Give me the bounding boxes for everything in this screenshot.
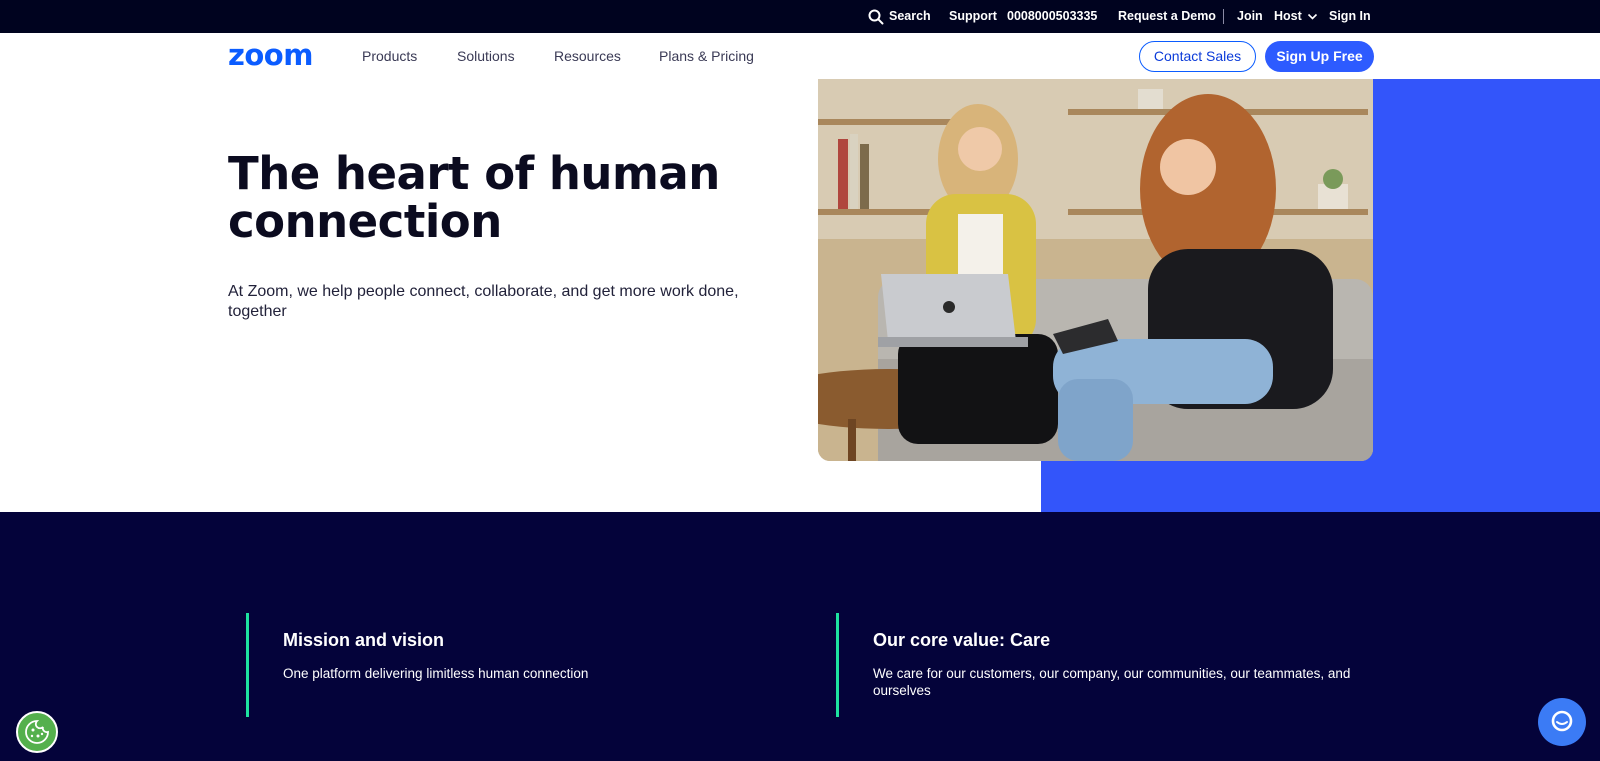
mission-card: Mission and vision One platform deliveri…	[246, 613, 766, 717]
hero-photo	[818, 79, 1373, 461]
main-nav: zoom Products Solutions Resources Plans …	[0, 33, 1600, 79]
search-link[interactable]: Search	[868, 0, 931, 33]
nav-plans-pricing[interactable]: Plans & Pricing	[659, 33, 754, 79]
cookie-settings-button[interactable]	[16, 711, 58, 753]
hero-title-line-1: The heart of human	[228, 147, 720, 200]
utility-bar: Search Support 0008000503335 Request a D…	[0, 0, 1600, 33]
hero-subtitle: At Zoom, we help people connect, collabo…	[228, 283, 739, 320]
support-link[interactable]: Support	[949, 0, 997, 33]
sign-in-link[interactable]: Sign In	[1329, 0, 1371, 33]
chevron-down-icon	[1307, 13, 1317, 20]
sign-up-free-button[interactable]: Sign Up Free	[1265, 41, 1374, 72]
host-label: Host	[1274, 9, 1302, 23]
hero-title: The heart of human connection	[228, 150, 748, 246]
hero-title-line-2: connection	[228, 195, 502, 248]
logo-text: zoom	[228, 42, 313, 70]
core-value-text: We care for our customers, our company, …	[873, 666, 1351, 698]
hero-photo-illustration	[818, 79, 1373, 461]
mission-text: One platform delivering limitless human …	[283, 666, 589, 681]
chat-icon	[1551, 710, 1573, 732]
values-section: Mission and vision One platform deliveri…	[0, 512, 1600, 761]
phone-link[interactable]: 0008000503335	[1007, 0, 1097, 33]
core-value-title: Our core value: Care	[873, 630, 1051, 650]
nav-solutions[interactable]: Solutions	[457, 33, 515, 79]
zoom-logo[interactable]: zoom	[228, 42, 326, 70]
contact-sales-button[interactable]: Contact Sales	[1139, 41, 1256, 72]
cookie-icon	[25, 720, 49, 744]
search-icon	[868, 9, 884, 24]
nav-products[interactable]: Products	[362, 33, 417, 79]
search-label: Search	[889, 9, 931, 23]
host-menu[interactable]: Host	[1274, 0, 1318, 33]
nav-resources[interactable]: Resources	[554, 33, 621, 79]
chat-button[interactable]	[1538, 698, 1586, 746]
utility-divider	[1223, 9, 1224, 24]
join-link[interactable]: Join	[1237, 0, 1263, 33]
mission-title: Mission and vision	[283, 630, 445, 650]
request-demo-link[interactable]: Request a Demo	[1118, 0, 1216, 33]
core-value-card: Our core value: Care We care for our cus…	[836, 613, 1356, 717]
